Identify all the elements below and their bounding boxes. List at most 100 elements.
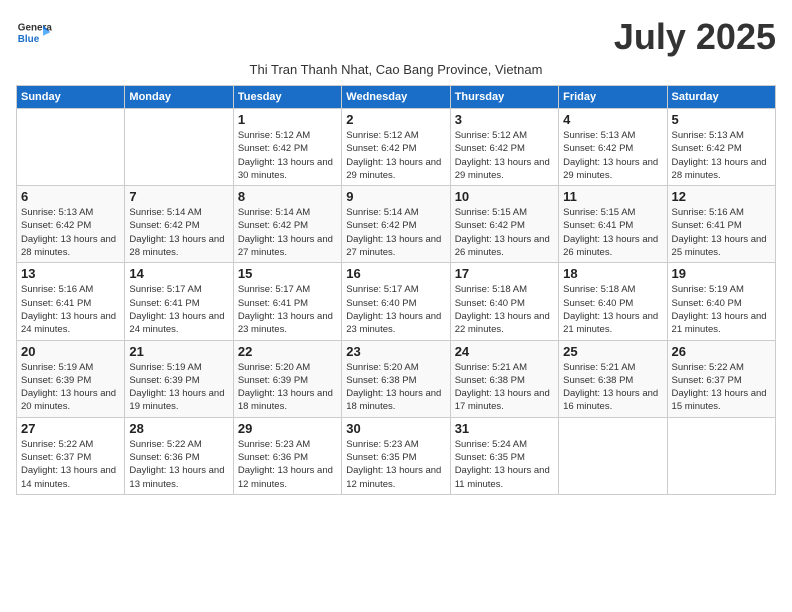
day-number: 21 bbox=[129, 344, 228, 359]
calendar-cell: 22Sunrise: 5:20 AMSunset: 6:39 PMDayligh… bbox=[233, 340, 341, 417]
day-number: 4 bbox=[563, 112, 662, 127]
calendar-cell: 2 Sunrise: 5:12 AMSunset: 6:42 PMDaylight… bbox=[342, 109, 450, 186]
day-info: Sunrise: 5:12 AMSunset: 6:42 PMDaylight:… bbox=[346, 129, 445, 182]
weekday-header-monday: Monday bbox=[125, 86, 233, 109]
calendar-week-1: 1 Sunrise: 5:12 AMSunset: 6:42 PMDaylight… bbox=[17, 109, 776, 186]
day-number: 12 bbox=[672, 189, 771, 204]
calendar-cell: 3Sunrise: 5:12 AMSunset: 6:42 PMDaylight… bbox=[450, 109, 558, 186]
day-info: Sunrise: 5:17 AMSunset: 6:40 PMDaylight:… bbox=[346, 283, 445, 336]
day-number: 5 bbox=[672, 112, 771, 127]
day-info: Sunrise: 5:15 AMSunset: 6:41 PMDaylight:… bbox=[563, 206, 662, 259]
calendar-cell: 12 Sunrise: 5:16 AMSunset: 6:41 PMDayligh… bbox=[667, 186, 775, 263]
logo: General Blue General Blue bbox=[16, 16, 52, 52]
calendar-cell: 25 Sunrise: 5:21 AMSunset: 6:38 PMDayligh… bbox=[559, 340, 667, 417]
day-info: Sunrise: 5:21 AMSunset: 6:38 PMDaylight:… bbox=[455, 361, 554, 414]
month-title: July 2025 bbox=[614, 16, 776, 58]
weekday-header-sunday: Sunday bbox=[17, 86, 125, 109]
day-info: Sunrise: 5:19 AMSunset: 6:40 PMDaylight:… bbox=[672, 283, 771, 336]
calendar-cell: 29 Sunrise: 5:23 AMSunset: 6:36 PMDayligh… bbox=[233, 417, 341, 494]
calendar-cell: 31 Sunrise: 5:24 AMSunset: 6:35 PMDayligh… bbox=[450, 417, 558, 494]
day-info: Sunrise: 5:16 AMSunset: 6:41 PMDaylight:… bbox=[21, 283, 120, 336]
calendar-cell: 28Sunrise: 5:22 AMSunset: 6:36 PMDayligh… bbox=[125, 417, 233, 494]
day-number: 29 bbox=[238, 421, 337, 436]
day-info: Sunrise: 5:22 AMSunset: 6:36 PMDaylight:… bbox=[129, 438, 228, 491]
calendar-cell: 20 Sunrise: 5:19 AMSunset: 6:39 PMDayligh… bbox=[17, 340, 125, 417]
calendar-cell: 21 Sunrise: 5:19 AMSunset: 6:39 PMDayligh… bbox=[125, 340, 233, 417]
day-info: Sunrise: 5:19 AMSunset: 6:39 PMDaylight:… bbox=[129, 361, 228, 414]
day-number: 31 bbox=[455, 421, 554, 436]
day-info: Sunrise: 5:16 AMSunset: 6:41 PMDaylight:… bbox=[672, 206, 771, 259]
day-number: 25 bbox=[563, 344, 662, 359]
day-number: 20 bbox=[21, 344, 120, 359]
calendar-table: SundayMondayTuesdayWednesdayThursdayFrid… bbox=[16, 85, 776, 495]
day-number: 16 bbox=[346, 266, 445, 281]
calendar-cell: 23Sunrise: 5:20 AMSunset: 6:38 PMDayligh… bbox=[342, 340, 450, 417]
calendar-body: 1 Sunrise: 5:12 AMSunset: 6:42 PMDaylight… bbox=[17, 109, 776, 495]
day-info: Sunrise: 5:15 AMSunset: 6:42 PMDaylight:… bbox=[455, 206, 554, 259]
day-number: 10 bbox=[455, 189, 554, 204]
calendar-cell: 16 Sunrise: 5:17 AMSunset: 6:40 PMDayligh… bbox=[342, 263, 450, 340]
day-info: Sunrise: 5:23 AMSunset: 6:35 PMDaylight:… bbox=[346, 438, 445, 491]
calendar-cell: 6 Sunrise: 5:13 AMSunset: 6:42 PMDaylight… bbox=[17, 186, 125, 263]
day-info: Sunrise: 5:19 AMSunset: 6:39 PMDaylight:… bbox=[21, 361, 120, 414]
day-number: 18 bbox=[563, 266, 662, 281]
day-number: 17 bbox=[455, 266, 554, 281]
day-info: Sunrise: 5:22 AMSunset: 6:37 PMDaylight:… bbox=[21, 438, 120, 491]
calendar-week-3: 13 Sunrise: 5:16 AMSunset: 6:41 PMDayligh… bbox=[17, 263, 776, 340]
day-info: Sunrise: 5:18 AMSunset: 6:40 PMDaylight:… bbox=[563, 283, 662, 336]
calendar-cell bbox=[559, 417, 667, 494]
subtitle: Thi Tran Thanh Nhat, Cao Bang Province, … bbox=[16, 62, 776, 77]
calendar-cell: 24Sunrise: 5:21 AMSunset: 6:38 PMDayligh… bbox=[450, 340, 558, 417]
calendar-cell: 10 Sunrise: 5:15 AMSunset: 6:42 PMDayligh… bbox=[450, 186, 558, 263]
calendar-header-row: SundayMondayTuesdayWednesdayThursdayFrid… bbox=[17, 86, 776, 109]
day-number: 14 bbox=[129, 266, 228, 281]
day-number: 1 bbox=[238, 112, 337, 127]
day-info: Sunrise: 5:12 AMSunset: 6:42 PMDaylight:… bbox=[455, 129, 554, 182]
day-info: Sunrise: 5:22 AMSunset: 6:37 PMDaylight:… bbox=[672, 361, 771, 414]
day-info: Sunrise: 5:13 AMSunset: 6:42 PMDaylight:… bbox=[21, 206, 120, 259]
day-number: 30 bbox=[346, 421, 445, 436]
page-header: General Blue General Blue July 2025 bbox=[16, 16, 776, 58]
day-info: Sunrise: 5:20 AMSunset: 6:39 PMDaylight:… bbox=[238, 361, 337, 414]
calendar-cell: 14Sunrise: 5:17 AMSunset: 6:41 PMDayligh… bbox=[125, 263, 233, 340]
calendar-cell: 27 Sunrise: 5:22 AMSunset: 6:37 PMDayligh… bbox=[17, 417, 125, 494]
day-number: 11 bbox=[563, 189, 662, 204]
day-info: Sunrise: 5:14 AMSunset: 6:42 PMDaylight:… bbox=[346, 206, 445, 259]
day-number: 2 bbox=[346, 112, 445, 127]
calendar-cell: 1 Sunrise: 5:12 AMSunset: 6:42 PMDaylight… bbox=[233, 109, 341, 186]
day-info: Sunrise: 5:14 AMSunset: 6:42 PMDaylight:… bbox=[129, 206, 228, 259]
day-info: Sunrise: 5:24 AMSunset: 6:35 PMDaylight:… bbox=[455, 438, 554, 491]
weekday-header-friday: Friday bbox=[559, 86, 667, 109]
calendar-cell bbox=[17, 109, 125, 186]
weekday-header-tuesday: Tuesday bbox=[233, 86, 341, 109]
calendar-cell: 8 Sunrise: 5:14 AMSunset: 6:42 PMDaylight… bbox=[233, 186, 341, 263]
calendar-cell: 18 Sunrise: 5:18 AMSunset: 6:40 PMDayligh… bbox=[559, 263, 667, 340]
day-info: Sunrise: 5:17 AMSunset: 6:41 PMDaylight:… bbox=[238, 283, 337, 336]
day-number: 13 bbox=[21, 266, 120, 281]
day-number: 26 bbox=[672, 344, 771, 359]
day-number: 8 bbox=[238, 189, 337, 204]
day-number: 23 bbox=[346, 344, 445, 359]
svg-text:Blue: Blue bbox=[18, 34, 40, 45]
day-info: Sunrise: 5:12 AMSunset: 6:42 PMDaylight:… bbox=[238, 129, 337, 182]
day-info: Sunrise: 5:21 AMSunset: 6:38 PMDaylight:… bbox=[563, 361, 662, 414]
calendar-cell bbox=[125, 109, 233, 186]
calendar-cell: 5Sunrise: 5:13 AMSunset: 6:42 PMDaylight… bbox=[667, 109, 775, 186]
day-info: Sunrise: 5:23 AMSunset: 6:36 PMDaylight:… bbox=[238, 438, 337, 491]
calendar-cell: 26 Sunrise: 5:22 AMSunset: 6:37 PMDayligh… bbox=[667, 340, 775, 417]
weekday-header-saturday: Saturday bbox=[667, 86, 775, 109]
calendar-cell bbox=[667, 417, 775, 494]
day-info: Sunrise: 5:14 AMSunset: 6:42 PMDaylight:… bbox=[238, 206, 337, 259]
day-number: 6 bbox=[21, 189, 120, 204]
logo-icon: General Blue bbox=[16, 16, 52, 52]
calendar-week-5: 27 Sunrise: 5:22 AMSunset: 6:37 PMDayligh… bbox=[17, 417, 776, 494]
calendar-cell: 11 Sunrise: 5:15 AMSunset: 6:41 PMDayligh… bbox=[559, 186, 667, 263]
day-number: 9 bbox=[346, 189, 445, 204]
calendar-week-2: 6 Sunrise: 5:13 AMSunset: 6:42 PMDaylight… bbox=[17, 186, 776, 263]
calendar-cell: 19Sunrise: 5:19 AMSunset: 6:40 PMDayligh… bbox=[667, 263, 775, 340]
day-number: 15 bbox=[238, 266, 337, 281]
calendar-cell: 13 Sunrise: 5:16 AMSunset: 6:41 PMDayligh… bbox=[17, 263, 125, 340]
day-number: 27 bbox=[21, 421, 120, 436]
weekday-header-wednesday: Wednesday bbox=[342, 86, 450, 109]
calendar-cell: 15 Sunrise: 5:17 AMSunset: 6:41 PMDayligh… bbox=[233, 263, 341, 340]
